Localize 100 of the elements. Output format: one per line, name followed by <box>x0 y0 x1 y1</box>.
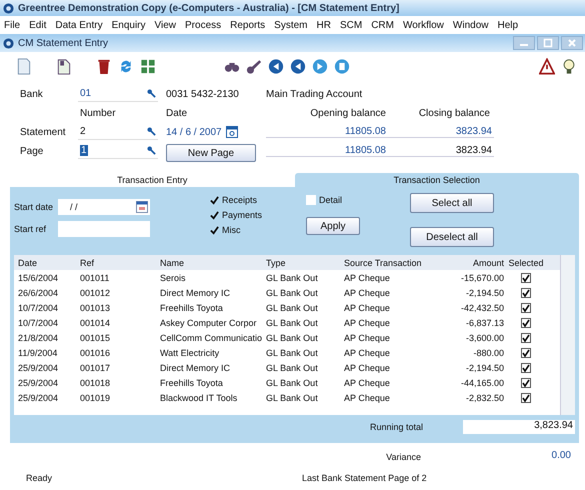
table-cell-text: -3,600.00 <box>464 332 504 342</box>
previous-icon[interactable] <box>268 58 284 74</box>
field-label: Statement <box>20 126 67 138</box>
menu-item[interactable]: System <box>274 20 308 30</box>
table-cell-text: GL Bank Out <box>266 348 319 358</box>
checkbox[interactable]: Payments <box>210 208 302 222</box>
lightbulb-icon[interactable] <box>561 58 577 74</box>
table-cell-text: Direct Memory IC <box>160 288 232 298</box>
closing-balance-field: 3823.94 <box>388 126 494 138</box>
field-label: Start ref <box>14 224 48 234</box>
table-cell-text: Askey Computer Corpor <box>160 318 258 328</box>
column-header[interactable]: Amount <box>434 258 504 268</box>
checkbox[interactable]: Misc <box>210 223 302 237</box>
selected-checkbox[interactable] <box>521 288 531 298</box>
menu-item[interactable]: Workflow <box>402 20 444 30</box>
menu-item[interactable]: Reports <box>230 20 266 30</box>
column-header[interactable]: Type <box>266 258 344 268</box>
deselect-all-button[interactable]: Deselect all <box>410 227 494 247</box>
selected-checkbox[interactable] <box>521 362 531 372</box>
menu-item[interactable]: View <box>154 20 176 30</box>
maximize-icon <box>543 38 553 48</box>
table-cell-text: Freehills Toyota <box>160 302 224 312</box>
table-cell-text: GL Bank Out <box>266 362 319 372</box>
closing-balance-field: 3823.94 <box>388 145 494 157</box>
menu-item[interactable]: Enquiry <box>112 20 146 30</box>
window-title: CM Statement Entry <box>18 38 108 48</box>
start-date-field[interactable]: / / <box>58 199 150 215</box>
menu-item[interactable]: Edit <box>29 20 46 30</box>
running-total-field: 3,823.94 <box>463 420 575 434</box>
table-cell-text: AP Cheque <box>344 362 391 372</box>
menu-item[interactable]: CRM <box>371 20 394 30</box>
lookup-icon[interactable] <box>147 146 156 155</box>
column-header[interactable]: Selected <box>504 258 548 268</box>
menu-item[interactable]: Data Entry <box>55 20 103 30</box>
selected-checkbox[interactable] <box>521 348 531 358</box>
selected-checkbox[interactable] <box>521 332 531 342</box>
save-document-icon[interactable] <box>56 58 72 74</box>
checkbox-square-icon <box>306 195 316 205</box>
table-cell-text: Watt Electricity <box>160 348 220 358</box>
column-header[interactable]: Ref <box>80 258 160 268</box>
lookup-icon[interactable] <box>147 89 156 98</box>
select-all-button[interactable]: Select all <box>410 193 494 213</box>
status-text: Ready <box>26 473 52 483</box>
selected-checkbox[interactable] <box>521 272 531 282</box>
table-cell-text: -6,837.13 <box>464 318 504 328</box>
field-label: Running total <box>370 422 423 432</box>
window-logo-icon <box>3 38 14 48</box>
table-cell-text: AP Cheque <box>344 288 391 298</box>
grid-icon[interactable] <box>140 58 156 74</box>
column-header[interactable]: Date <box>14 258 80 268</box>
calendar-icon[interactable] <box>226 126 238 138</box>
menu-item[interactable]: HR <box>316 20 331 30</box>
table-cell-text: 001011 <box>80 272 110 282</box>
table-cell-text: GL Bank Out <box>266 318 319 328</box>
trash-icon[interactable] <box>96 58 112 74</box>
next-icon[interactable] <box>312 58 328 74</box>
table-cell-text: 001015 <box>80 332 112 342</box>
status-message: Last Bank Statement Page of 2 <box>302 473 427 483</box>
table-cell-text: 25/9/2004 <box>17 392 60 402</box>
selected-checkbox[interactable] <box>521 302 531 312</box>
checkbox[interactable]: Receipts <box>210 193 302 207</box>
start-ref-field[interactable] <box>58 221 150 237</box>
app-logo-icon <box>3 2 14 14</box>
menu-item[interactable]: Process <box>185 20 222 30</box>
new-document-icon[interactable] <box>16 58 32 74</box>
opening-balance-field: 11805.08 <box>266 126 388 138</box>
menu-item[interactable]: SCM <box>340 20 362 30</box>
selected-checkbox[interactable] <box>521 318 531 328</box>
table-cell-text: 001012 <box>80 288 112 298</box>
close-icon <box>567 38 577 48</box>
date-field[interactable]: 14 / 6 / 2007 <box>166 126 266 138</box>
column-header[interactable]: Source Transaction <box>344 258 434 268</box>
statement-number-field[interactable]: 2 <box>78 124 158 140</box>
previous-icon[interactable] <box>290 58 306 74</box>
menu-item[interactable]: File <box>4 20 20 30</box>
apply-button[interactable]: Apply <box>306 217 360 235</box>
table-cell-text: -44,165.00 <box>460 378 504 388</box>
table-cell-text: GL Bank Out <box>266 392 319 402</box>
menu-item[interactable]: Window <box>452 20 488 30</box>
bank-code-field[interactable]: 01 <box>78 86 158 102</box>
table-cell-text: AP Cheque <box>344 348 391 358</box>
selected-checkbox[interactable] <box>521 392 531 402</box>
page-number-field[interactable]: 1 <box>78 144 158 158</box>
lookup-icon[interactable] <box>147 127 156 136</box>
checkbox[interactable]: Detail <box>306 193 406 207</box>
tab[interactable]: Transaction Selection <box>294 173 579 187</box>
table-cell-text: GL Bank Out <box>266 332 319 342</box>
selected-checkbox[interactable] <box>521 378 531 388</box>
table-cell-text: GL Bank Out <box>266 302 319 312</box>
calendar-icon[interactable] <box>136 201 148 213</box>
account-name: Main Trading Account <box>266 88 364 100</box>
table-cell-text: 001017 <box>80 362 112 372</box>
menu-item[interactable]: Help <box>497 20 518 30</box>
table-cell-text: 15/6/2004 <box>17 272 60 282</box>
warning-icon[interactable] <box>539 58 555 74</box>
scrollbar[interactable] <box>560 255 575 415</box>
pen-icon[interactable] <box>246 58 262 74</box>
table-cell-text: 001013 <box>80 302 112 312</box>
column-header[interactable]: Name <box>160 258 266 268</box>
new-page-button[interactable]: New Page <box>166 144 256 162</box>
